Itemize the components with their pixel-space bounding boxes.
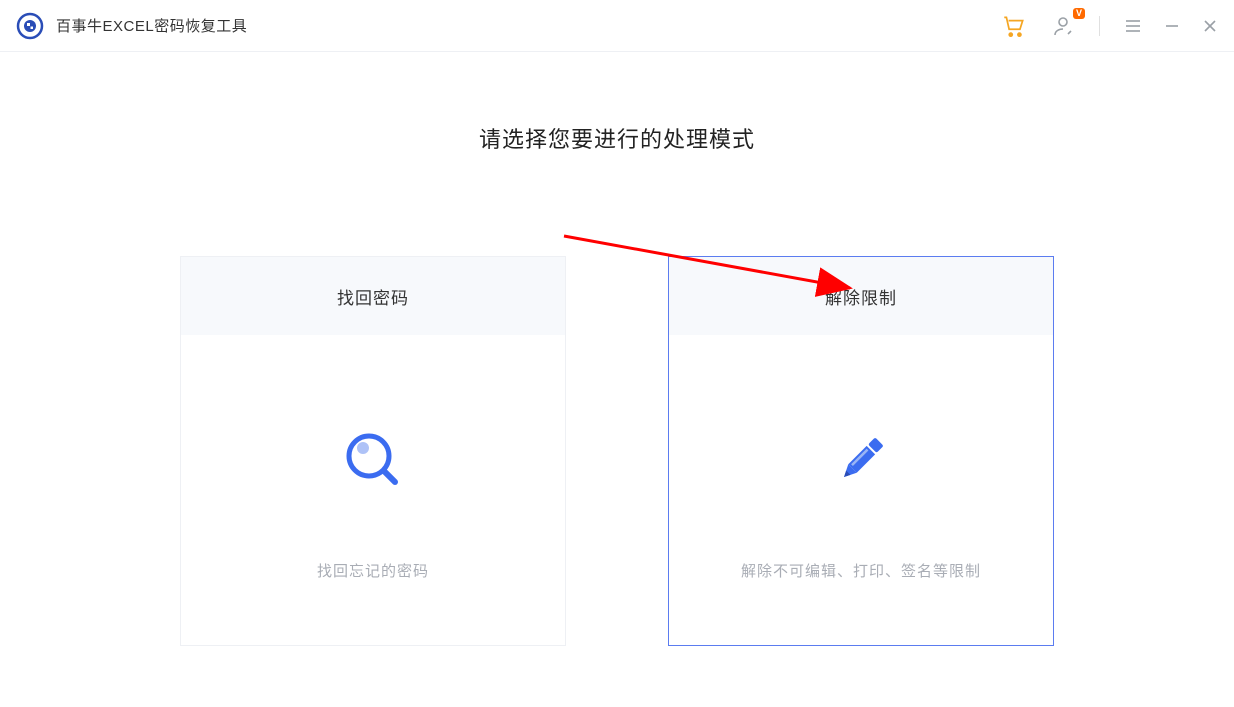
card-desc: 找回忘记的密码 — [317, 560, 429, 581]
titlebar: 百事牛EXCEL密码恢复工具 V — [0, 0, 1234, 52]
card-title: 找回密码 — [181, 257, 565, 335]
account-icon[interactable]: V — [1051, 14, 1075, 38]
app-logo-icon — [16, 12, 44, 40]
card-body: 解除不可编辑、打印、签名等限制 — [669, 335, 1053, 645]
titlebar-right: V — [1001, 13, 1218, 39]
window-controls — [1124, 17, 1218, 35]
page-heading: 请选择您要进行的处理模式 — [0, 122, 1234, 154]
pencil-icon — [829, 430, 893, 490]
card-body: 找回忘记的密码 — [181, 335, 565, 645]
main-content: 请选择您要进行的处理模式 找回密码 找回忘记的密码 解除限制 — [0, 52, 1234, 646]
card-title: 解除限制 — [669, 257, 1053, 335]
cart-icon[interactable] — [1001, 13, 1027, 39]
minimize-icon[interactable] — [1164, 18, 1180, 34]
close-icon[interactable] — [1202, 18, 1218, 34]
menu-icon[interactable] — [1124, 17, 1142, 35]
card-desc: 解除不可编辑、打印、签名等限制 — [741, 560, 981, 581]
titlebar-divider — [1099, 16, 1100, 36]
card-recover-password[interactable]: 找回密码 找回忘记的密码 — [180, 256, 566, 646]
vip-badge: V — [1073, 8, 1085, 19]
app-title: 百事牛EXCEL密码恢复工具 — [56, 15, 247, 36]
mode-cards: 找回密码 找回忘记的密码 解除限制 — [0, 256, 1234, 646]
magnifier-icon — [341, 430, 405, 490]
card-remove-restriction[interactable]: 解除限制 解除不可编辑、打印、签名等限制 — [668, 256, 1054, 646]
